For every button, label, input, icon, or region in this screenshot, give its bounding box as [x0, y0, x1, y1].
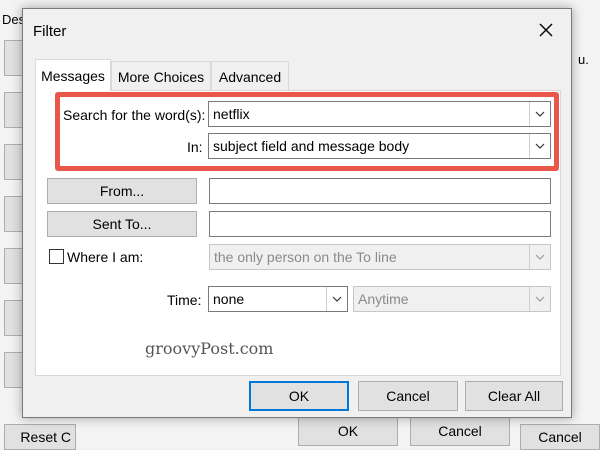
reset-button[interactable]: Reset C — [4, 424, 76, 450]
chevron-down-icon — [535, 296, 545, 302]
tab-more-choices[interactable]: More Choices — [111, 61, 211, 91]
where-i-am-value: the only person on the To line — [214, 249, 397, 265]
watermark: groovyPost.com — [145, 339, 274, 358]
dialog-title: Filter — [33, 23, 67, 40]
where-i-am-label: Where I am: — [67, 249, 144, 265]
close-button[interactable] — [533, 17, 559, 43]
background-right-cancel-button[interactable]: Cancel — [520, 424, 600, 450]
time-dropdown-button[interactable] — [326, 287, 347, 311]
close-icon — [539, 23, 553, 37]
filter-dialog: Filter Messages More Choices Advanced Se… — [22, 8, 572, 418]
time-range-select[interactable]: Anytime — [353, 286, 551, 312]
clear-all-button[interactable]: Clear All — [465, 381, 563, 411]
where-i-am-select[interactable]: the only person on the To line — [209, 244, 551, 270]
time-range-value: Anytime — [358, 291, 409, 307]
cancel-button[interactable]: Cancel — [358, 381, 458, 411]
highlight-box — [55, 92, 559, 171]
sent-to-button[interactable]: Sent To... — [47, 211, 197, 237]
time-value: none — [213, 291, 245, 307]
background-ok-button[interactable]: OK — [298, 416, 398, 446]
from-button[interactable]: From... — [47, 178, 197, 204]
time-range-dropdown-button[interactable] — [529, 287, 550, 311]
time-label: Time: — [167, 292, 202, 308]
ok-button[interactable]: OK — [249, 381, 349, 411]
from-field[interactable] — [209, 178, 551, 204]
where-i-am-checkbox[interactable] — [49, 249, 64, 264]
sent-to-field[interactable] — [209, 211, 551, 237]
tab-messages[interactable]: Messages — [35, 59, 111, 91]
time-select[interactable]: none — [208, 286, 348, 312]
chevron-down-icon — [535, 254, 545, 260]
chevron-down-icon — [332, 296, 342, 302]
background-cancel-button[interactable]: Cancel — [410, 416, 510, 446]
where-i-am-dropdown-button[interactable] — [529, 245, 550, 269]
background-fragment: u. — [578, 52, 589, 67]
tab-advanced[interactable]: Advanced — [211, 61, 289, 91]
